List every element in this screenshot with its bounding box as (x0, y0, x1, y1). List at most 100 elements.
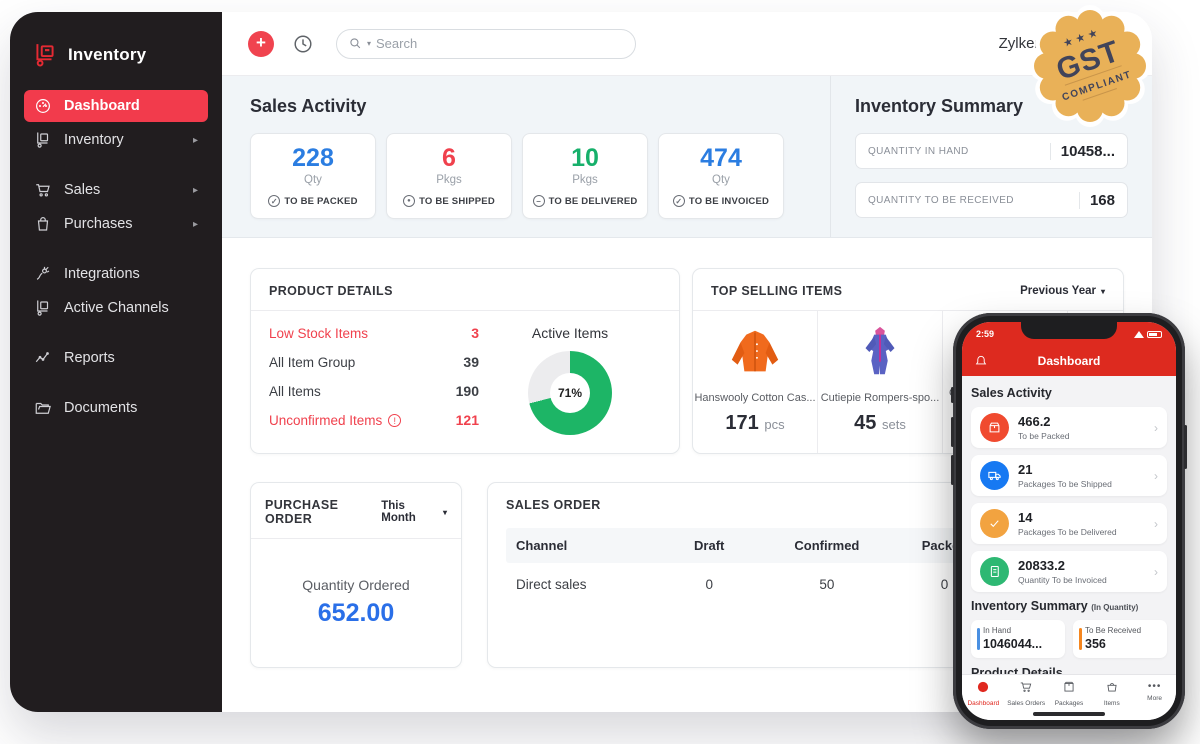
phone-to-be-received-card[interactable]: To Be Received 356 (1073, 620, 1167, 658)
app-title: Inventory (68, 45, 147, 64)
to-be-packed-value: 228 (292, 144, 334, 172)
unconfirmed-items-value: 121 (455, 412, 479, 428)
purchase-order-card: PURCHASE ORDER This Month ▾ Quantity Ord… (250, 482, 462, 668)
product-details-title: PRODUCT DETAILS (269, 284, 393, 298)
phone-row-to-be-invoiced[interactable]: 20833.2 Quantity To be Invoiced › (971, 551, 1167, 592)
history-clock-icon (294, 34, 312, 53)
all-items-value: 190 (455, 383, 479, 399)
sidebar-item-reports[interactable]: Reports (24, 342, 208, 374)
sidebar-item-sales[interactable]: Sales ▸ (24, 174, 208, 206)
more-dots-icon: ••• (1147, 681, 1162, 692)
low-stock-items-value: 3 (471, 325, 479, 341)
search-input[interactable] (376, 36, 577, 51)
to-be-shipped-label: TO BE SHIPPED (419, 195, 495, 207)
purchase-order-period-value: This Month (381, 500, 416, 524)
active-items-percent: 71% (557, 386, 583, 400)
sidebar-label-reports: Reports (64, 350, 115, 366)
home-indicator[interactable] (1033, 712, 1105, 716)
info-icon[interactable]: ! (388, 413, 402, 427)
dashboard-icon (36, 99, 50, 113)
to-be-packed-unit: Qty (304, 174, 322, 186)
phone-row-value: 14 (1018, 510, 1033, 525)
unconfirmed-items-row[interactable]: Unconfirmed Items ! 121 (269, 412, 479, 428)
cart-icon (1020, 682, 1032, 692)
in-hand-label: In Hand (983, 626, 1012, 635)
top-selling-period-dropdown[interactable]: Previous Year ▾ (1020, 285, 1105, 297)
to-be-packed-label: TO BE PACKED (284, 195, 358, 207)
chevron-right-icon: › (1154, 468, 1158, 483)
product-details-rows: Low Stock Items 3 All Item Group 39 All … (269, 325, 479, 441)
to-be-invoiced-label: TO BE INVOICED (688, 195, 770, 207)
romper-product-image (865, 326, 895, 375)
basket-icon (1107, 683, 1117, 692)
phone-row-to-be-packed[interactable]: 466.2 To be Packed › (971, 407, 1167, 448)
top-selling-period-value: Previous Year (1020, 285, 1096, 297)
card-to-be-shipped[interactable]: 6 Pkgs ● TO BE SHIPPED (386, 133, 512, 219)
sidebar-item-inventory[interactable]: Inventory ▸ (24, 124, 208, 156)
phone-time: 2:59 (976, 329, 995, 339)
sidebar-label-documents: Documents (64, 400, 138, 416)
tab-dashboard[interactable]: Dashboard (962, 680, 1005, 720)
sidebar-item-active-channels[interactable]: Active Channels (24, 292, 208, 324)
phone-row-label: Packages To be Delivered (1018, 527, 1117, 537)
to-be-received-label: To Be Received (1085, 626, 1142, 635)
low-stock-items-label: Low Stock Items (269, 325, 369, 341)
search-scope-caret-icon[interactable]: ▾ (367, 39, 371, 48)
all-items-row[interactable]: All Items 190 (269, 383, 479, 399)
quantity-to-be-received-label: QUANTITY TO BE RECEIVED (868, 194, 1014, 206)
quantity-ordered-label: Quantity Ordered (302, 577, 410, 593)
tab-more[interactable]: ••• More (1133, 680, 1176, 720)
tab-label: Items (1103, 700, 1120, 707)
product-details-card: PRODUCT DETAILS Low Stock Items 3 All It… (250, 268, 680, 454)
sidebar-item-integrations[interactable]: Integrations (24, 258, 208, 290)
recent-history-button[interactable] (292, 33, 314, 55)
top-selling-item-name: Hanswooly Cotton Cas... (694, 392, 816, 404)
top-selling-item-2[interactable]: Cutiepie Rompers-spo... 45 sets (818, 311, 943, 453)
cardigan-product-image (731, 330, 779, 372)
phone-row-to-be-delivered[interactable]: 14 Packages To be Delivered › (971, 503, 1167, 544)
app-logo: Inventory (24, 38, 208, 90)
topbar: + ▾ Zylker ▾ (222, 12, 1152, 76)
invoice-icon (980, 557, 1009, 586)
to-be-delivered-label-row: − TO BE DELIVERED (523, 195, 647, 207)
card-to-be-packed[interactable]: 228 Qty ✓ TO BE PACKED (250, 133, 376, 219)
phone-nav-bar: Dashboard (962, 346, 1176, 376)
dashboard-icon (978, 681, 989, 693)
sidebar-item-purchases[interactable]: Purchases ▸ (24, 208, 208, 240)
chevron-down-icon: ▾ (1100, 286, 1105, 296)
battery-icon (1147, 330, 1162, 338)
quick-create-button[interactable]: + (248, 30, 274, 57)
check-circle-icon (980, 509, 1009, 538)
col-draft: Draft (694, 538, 725, 553)
tab-label: Sales Orders (1007, 700, 1046, 707)
to-be-received-value: 356 (1085, 637, 1106, 651)
active-items-chart: Active Items 71% (479, 325, 661, 441)
all-item-group-row[interactable]: All Item Group 39 (269, 354, 479, 370)
minus-circle-icon: − (532, 195, 545, 207)
top-selling-item-qty: 45 (854, 412, 877, 434)
top-selling-item-qty: 171 (725, 412, 759, 434)
in-hand-value: 1046044... (983, 637, 1043, 651)
integrations-icon (36, 266, 50, 280)
col-channel: Channel (516, 538, 568, 553)
sidebar-item-dashboard[interactable]: Dashboard (24, 90, 208, 122)
phone-row-to-be-shipped[interactable]: 21 Packages To be Shipped › (971, 455, 1167, 496)
phone-inventory-summary-suffix: (In Quantity) (1091, 603, 1139, 612)
search-icon (350, 38, 361, 49)
sidebar-label-purchases: Purchases (64, 216, 133, 232)
package-icon (980, 413, 1009, 442)
phone-mockup: 2:59 Dashboard Sales Activity 466.2 To b… (951, 313, 1187, 729)
phone-in-hand-card[interactable]: In Hand 1046044... (971, 620, 1065, 658)
search-box[interactable]: ▾ (336, 28, 636, 59)
card-to-be-delivered[interactable]: 10 Pkgs − TO BE DELIVERED (522, 133, 648, 219)
wifi-icon (1134, 330, 1144, 338)
quantity-in-hand-value: 10458... (1049, 142, 1115, 160)
phone-row-label: Packages To be Shipped (1018, 479, 1112, 489)
low-stock-items-row[interactable]: Low Stock Items 3 (269, 325, 479, 341)
top-selling-item-1[interactable]: Hanswooly Cotton Cas... 171 pcs (693, 311, 818, 453)
phone-sales-activity-title: Sales Activity (971, 386, 1052, 400)
card-to-be-invoiced[interactable]: 474 Qty ✓ TO BE INVOICED (658, 133, 784, 219)
phone-mute-switch (951, 387, 954, 403)
sidebar-item-documents[interactable]: Documents (24, 392, 208, 424)
purchase-order-period-dropdown[interactable]: This Month ▾ (381, 500, 447, 524)
